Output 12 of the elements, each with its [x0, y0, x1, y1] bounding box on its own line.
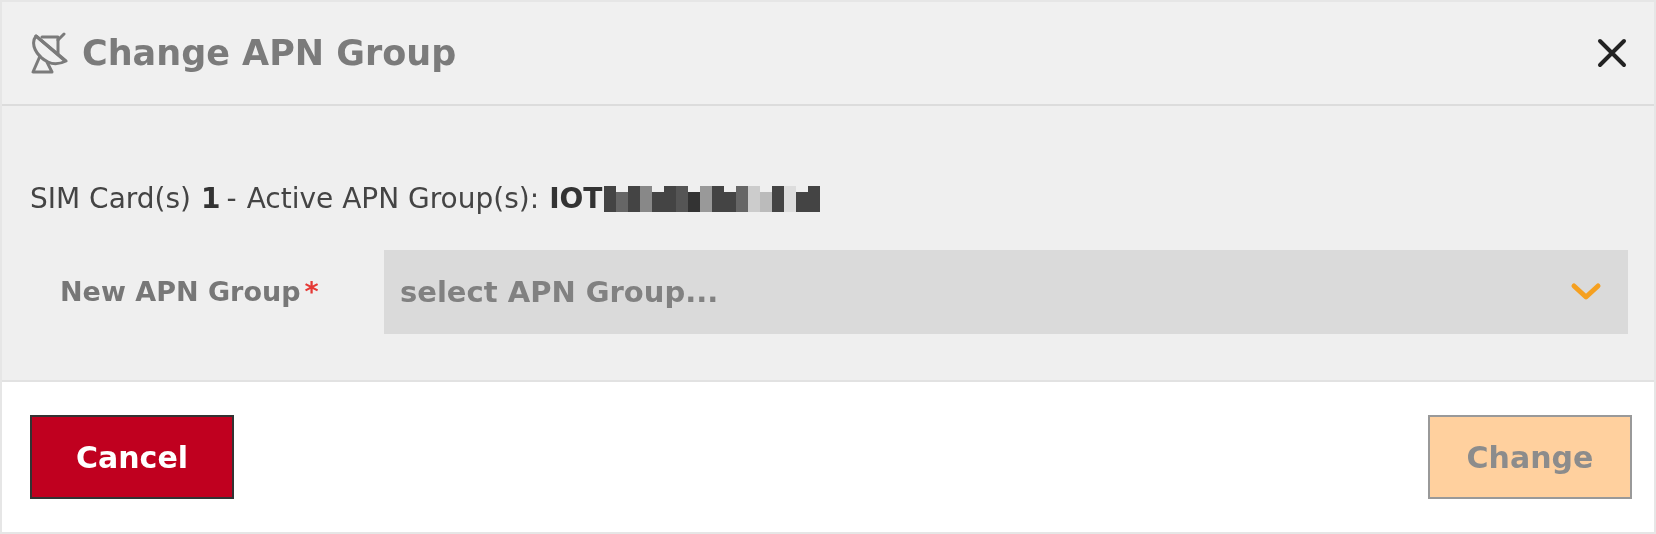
- close-icon: [1596, 37, 1628, 69]
- apn-group-select[interactable]: select APN Group...: [384, 250, 1628, 334]
- active-group-name: IOT: [549, 181, 603, 217]
- active-groups-label: Active APN Group(s):: [246, 181, 540, 217]
- separator-dash: -: [226, 181, 237, 217]
- dialog-title: Change APN Group: [82, 32, 457, 74]
- cancel-button[interactable]: Cancel: [30, 415, 234, 499]
- sim-count: 1: [201, 181, 221, 217]
- field-label: New APN Group*: [59, 274, 320, 309]
- satellite-dish-icon: [30, 32, 68, 74]
- chevron-down-icon: [1570, 282, 1602, 302]
- sim-count-label: SIM Card(s): [30, 181, 192, 217]
